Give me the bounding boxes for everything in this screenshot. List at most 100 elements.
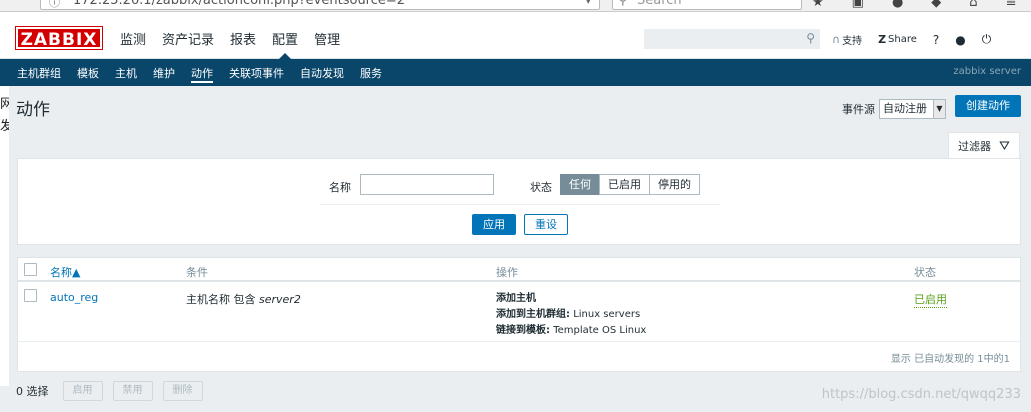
filter-status-label: 状态 — [530, 181, 552, 194]
table-row: auto_reg 主机名称 包含 server2 添加主机 添加到主机群组: L… — [18, 284, 1020, 342]
enable-button[interactable]: 启用 — [62, 381, 103, 401]
action-name-cell: auto_reg — [50, 291, 98, 304]
url-text: 172.25.26.1/zabbix/actionconf.php?events… — [73, 0, 406, 8]
home-icon[interactable]: ⌂ — [969, 0, 977, 10]
dropdown-icon[interactable]: ▾ — [585, 0, 591, 9]
chevron-down-icon: ▼ — [933, 100, 945, 118]
status-toggle-link[interactable]: 已启用 — [914, 291, 947, 308]
background-window-edge: 网 发 — [0, 86, 9, 386]
browser-icons: ★ ▣ ● ◆ ⌂ ≡ — [812, 0, 1016, 10]
table-paging-info: 显示 已自动发现的 1中的1 — [890, 354, 1010, 365]
user-icon: ● — [955, 32, 966, 47]
condition-prefix: 主机名称 包含 — [186, 293, 256, 306]
edge-text-1: 网 — [0, 97, 9, 112]
event-source-label: 事件源 — [842, 103, 875, 116]
main-menu-inventory[interactable]: 资产记录 — [154, 29, 222, 59]
signout-link[interactable]: ⏻ — [982, 32, 992, 47]
main-menu-reports[interactable]: 报表 — [222, 29, 264, 59]
submenu-host-groups[interactable]: 主机群组 — [9, 65, 69, 83]
global-search-input[interactable]: ⚲ — [644, 29, 820, 49]
column-header-conditions: 条件 — [186, 266, 208, 279]
browser-search[interactable]: ⚲ Search — [612, 0, 802, 10]
status-option-any[interactable]: 任何 — [560, 174, 600, 195]
action-name-link[interactable]: auto_reg — [50, 291, 98, 304]
event-source-value: 自动注册 — [883, 102, 927, 115]
watermark: https://blog.csdn.net/qwqq233 — [821, 387, 1021, 402]
event-source-select[interactable]: 自动注册 ▼ — [879, 99, 946, 119]
filter-funnel-icon: ⛛ — [999, 138, 1010, 154]
bookmark-star-icon[interactable]: ★ — [812, 0, 824, 10]
main-menu-administration[interactable]: 管理 — [306, 29, 348, 59]
main-menu-monitoring[interactable]: 监测 — [112, 29, 154, 59]
main-menu-configuration[interactable]: 配置 — [264, 29, 306, 59]
browser-toolbar: ⓘ 172.25.26.1/zabbix/actionconf.php?even… — [0, 0, 1031, 12]
status-option-enabled[interactable]: 已启用 — [599, 174, 650, 195]
server-name: zabbix server — [953, 66, 1021, 77]
profile-link[interactable]: ● — [955, 33, 965, 47]
filter-panel: 名称 状态 任何 已启用 停用的 应用 重设 — [17, 158, 1021, 245]
column-header-name[interactable]: 名称▲ — [50, 264, 80, 280]
actions-table: 名称▲ 条件 操作 状态 auto_reg 主机名称 包含 server2 添加… — [17, 257, 1021, 372]
support-label: 支持 — [842, 36, 863, 47]
submenu-templates[interactable]: 模板 — [69, 65, 107, 83]
help-link[interactable]: ? — [933, 33, 939, 47]
condition-cell: 主机名称 包含 server2 — [186, 291, 301, 307]
filter-name-label: 名称 — [329, 181, 351, 194]
library-icon[interactable]: ▣ — [852, 0, 864, 10]
headset-icon: ∩ — [832, 33, 841, 46]
operation-value: Template OS Linux — [553, 325, 647, 336]
create-action-button[interactable]: 创建动作 — [955, 95, 1021, 117]
mass-action-bar: 0 选择 启用 禁用 删除 — [16, 381, 203, 401]
submenu-correlation[interactable]: 关联项事件 — [221, 65, 292, 83]
submenu-hosts[interactable]: 主机 — [107, 65, 145, 83]
menu-icon[interactable]: ≡ — [1006, 0, 1017, 10]
zabbix-logo[interactable]: ZABBIX — [15, 26, 103, 50]
filter-tab-label: 过滤器 — [958, 140, 992, 153]
filter-status-segmented: 任何 已启用 停用的 — [560, 174, 700, 195]
operation-item: 添加到主机群组: Linux servers — [496, 307, 646, 323]
event-source-control: 事件源 自动注册 ▼ — [842, 99, 946, 119]
status-option-disabled[interactable]: 停用的 — [649, 174, 700, 195]
share-link[interactable]: Z Share — [878, 33, 917, 46]
operation-label: 添加主机 — [496, 293, 536, 304]
support-link[interactable]: ∩ 支持 — [832, 32, 862, 47]
operation-item: 链接到模板: Template OS Linux — [496, 323, 646, 339]
main-menu: 监测 资产记录 报表 配置 管理 — [112, 29, 348, 59]
operation-label: 链接到模板: — [496, 325, 550, 336]
column-header-status: 状态 — [914, 266, 936, 279]
row-checkbox[interactable] — [24, 289, 37, 302]
url-bar[interactable]: ⓘ 172.25.26.1/zabbix/actionconf.php?even… — [40, 0, 600, 10]
disable-button[interactable]: 禁用 — [112, 381, 153, 401]
search-icon[interactable]: ⚲ — [806, 31, 815, 45]
filter-name-input[interactable] — [360, 174, 494, 195]
user-links: ∩ 支持 Z Share ? ● ⏻ — [832, 32, 1007, 47]
browser-search-placeholder: Search — [637, 0, 682, 8]
submenu-maintenance[interactable]: 维护 — [145, 65, 183, 83]
search-icon: ⚲ — [618, 0, 628, 8]
share-z-icon: Z — [878, 33, 887, 46]
submenu-services[interactable]: 服务 — [352, 65, 390, 83]
submenu-discovery[interactable]: 自动发现 — [292, 65, 352, 83]
delete-button[interactable]: 删除 — [162, 381, 203, 401]
table-header: 名称▲ 条件 操作 状态 — [18, 258, 1020, 282]
operation-label: 添加到主机群组: — [496, 309, 570, 320]
column-header-operations: 操作 — [496, 266, 518, 279]
filter-tab[interactable]: 过滤器 ⛛ — [948, 132, 1020, 159]
selected-count: 0 选择 — [16, 385, 49, 398]
apply-button[interactable]: 应用 — [472, 214, 516, 235]
filter-divider — [320, 204, 720, 205]
select-all-checkbox[interactable] — [24, 263, 37, 276]
share-label: Share — [888, 34, 917, 45]
edge-text-2: 发 — [0, 119, 9, 134]
power-icon: ⏻ — [981, 32, 992, 46]
pocket-icon[interactable]: ◆ — [931, 0, 941, 10]
sub-navigation: 主机群组 模板 主机 维护 动作 关联项事件 自动发现 服务 zabbix se… — [0, 59, 1031, 86]
info-icon: ⓘ — [49, 0, 60, 9]
reset-button[interactable]: 重设 — [524, 214, 568, 235]
page-title: 动作 — [16, 100, 50, 120]
operations-cell: 添加主机 添加到主机群组: Linux servers 链接到模板: Templ… — [496, 291, 646, 339]
submenu-actions[interactable]: 动作 — [183, 65, 221, 83]
help-icon: ? — [932, 32, 940, 47]
download-icon[interactable]: ● — [892, 0, 903, 10]
condition-value: server2 — [259, 293, 301, 306]
